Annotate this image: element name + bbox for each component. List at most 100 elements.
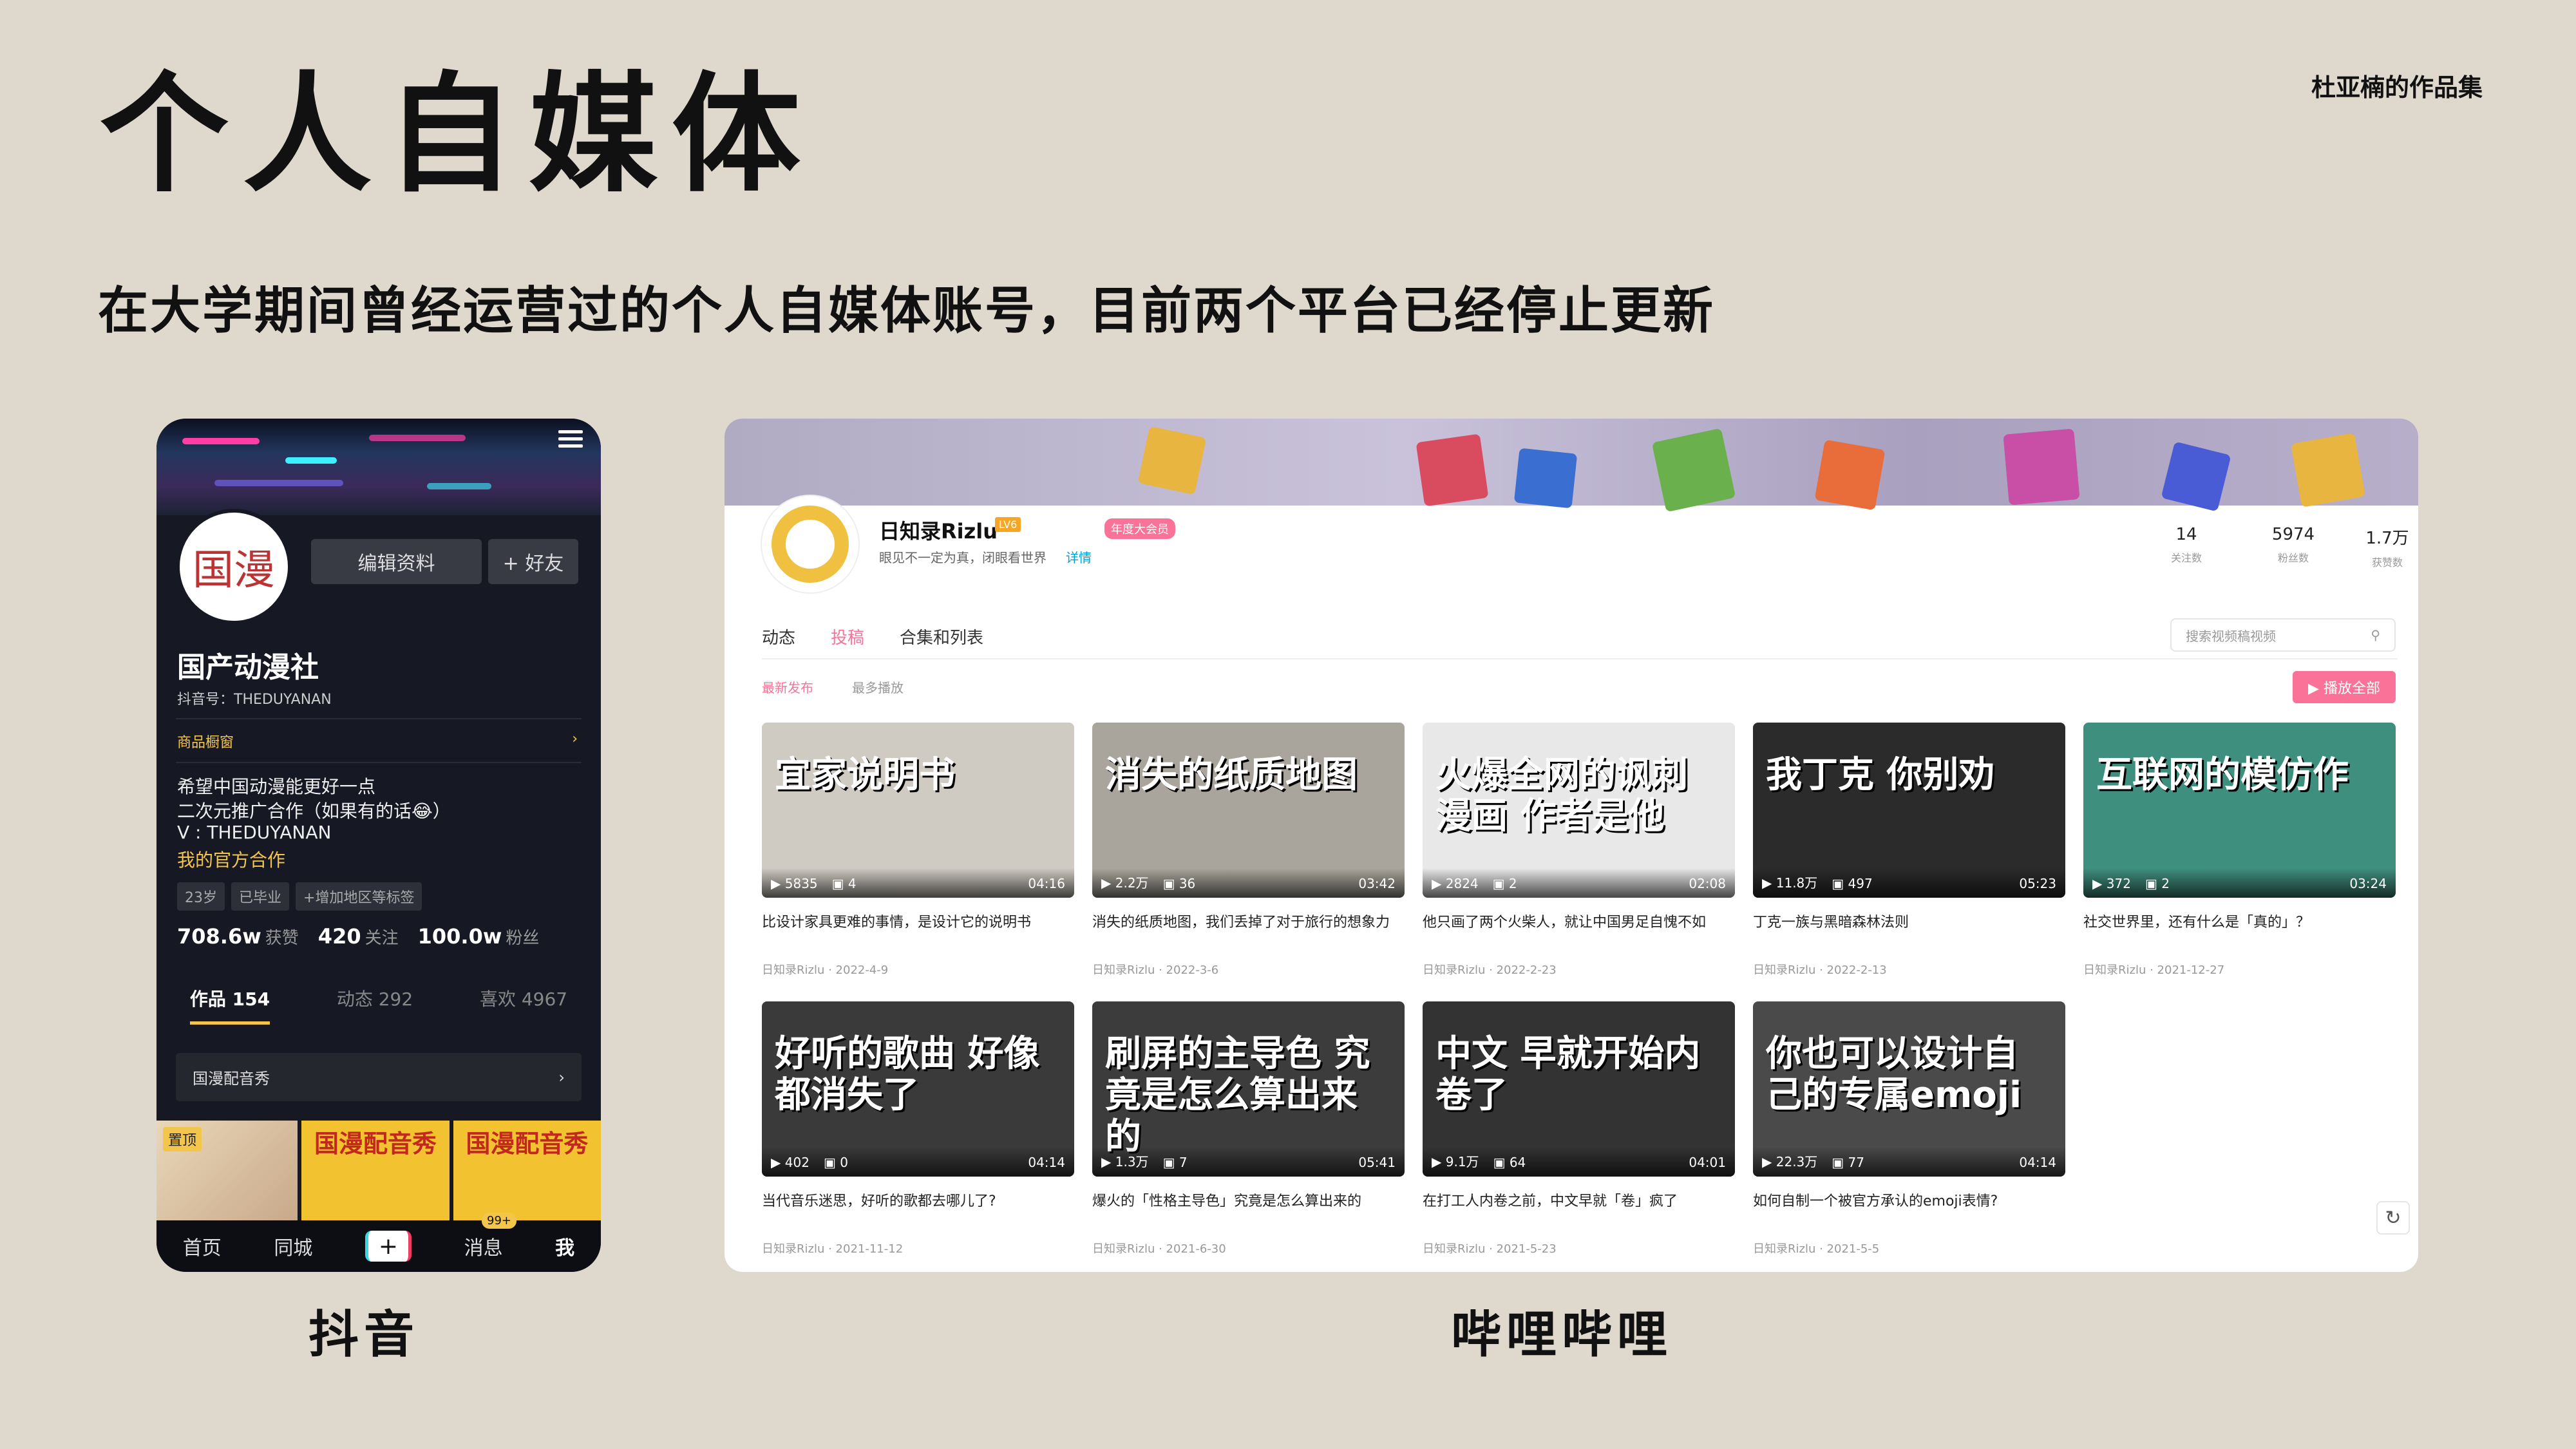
official-cooperation-link[interactable]: 我的官方合作 — [177, 846, 285, 872]
fans-count[interactable]: 5974 粉丝数 — [2248, 525, 2338, 565]
tab-likes[interactable]: 喜欢 4967 — [480, 985, 567, 1025]
video-meta: ▶ 9.1万 ▣ 64 04:01 — [1423, 1147, 1735, 1177]
video-meta: ▶ 11.8万 ▣ 497 05:23 — [1753, 868, 2065, 898]
video-title[interactable]: 消失的纸质地图，我们丢掉了对于旅行的想象力 — [1092, 912, 1405, 954]
divider — [176, 718, 582, 719]
video-title[interactable]: 比设计家具更难的事情，是设计它的说明书 — [762, 912, 1074, 954]
thumbnail-text: 宜家说明书 — [775, 754, 955, 796]
video-uploader-date: 日知录Rizlu · 2021-6-30 — [1092, 1242, 1226, 1256]
video-card[interactable]: 你也可以设计自己的专属emoji ▶ 22.3万 ▣ 77 04:14 如何自制一个被官… — [1753, 1001, 2065, 1256]
bilibili-caption: 哔哩哔哩 — [1450, 1306, 1672, 1364]
video-thumbnail[interactable]: 火爆全网的讽刺漫画 作者是他 ▶ 2824 ▣ 2 02:08 — [1423, 723, 1735, 898]
tab-dynamic[interactable]: 动态 — [762, 625, 795, 649]
menu-icon[interactable] — [558, 430, 583, 450]
video-thumbnail[interactable]: 中文 早就开始内卷了 ▶ 9.1万 ▣ 64 04:01 — [1423, 1001, 1735, 1177]
play-count: ▶ 5835 — [771, 876, 818, 891]
playlist-row[interactable]: 国漫配音秀 › — [176, 1053, 582, 1101]
sort-latest[interactable]: 最新发布 — [762, 677, 813, 696]
thumbnail-text: 火爆全网的讽刺漫画 作者是他 — [1435, 754, 1688, 838]
comment-count: ▣ 36 — [1162, 876, 1196, 891]
thumbnail-text: 刷屏的主导色 究竟是怎么算出来的 — [1105, 1033, 1370, 1158]
tab-activity[interactable]: 动态 292 — [337, 985, 413, 1025]
play-count: ▶ 402 — [771, 1155, 810, 1170]
nav-messages[interactable]: 消息 — [464, 1232, 503, 1260]
message-count-badge: 99+ — [482, 1213, 516, 1229]
bio-line: 二次元推广合作（如果有的话😂） — [177, 800, 451, 822]
duration: 04:01 — [1689, 1155, 1726, 1170]
video-card[interactable]: 火爆全网的讽刺漫画 作者是他 ▶ 2824 ▣ 2 02:08 他只画了两个火柴人，就让… — [1423, 723, 1735, 978]
tab-uploads[interactable]: 投稿 — [831, 625, 864, 649]
avatar[interactable]: 国漫 — [176, 509, 292, 625]
vip-badge: 年度大会员 — [1104, 518, 1175, 539]
search-icon[interactable]: ⚲ — [2371, 627, 2380, 643]
video-title[interactable]: 如何自制一个被官方承认的emoji表情? — [1753, 1191, 2065, 1233]
comment-count: ▣ 2 — [2145, 876, 2170, 891]
sort-most-played[interactable]: 最多播放 — [852, 677, 904, 696]
video-meta: ▶ 2.2万 ▣ 36 03:42 — [1092, 868, 1405, 898]
play-all-button[interactable]: ▶ 播放全部 — [2293, 671, 2396, 703]
duration: 04:14 — [2019, 1155, 2056, 1170]
refresh-icon[interactable]: ↻ — [2376, 1201, 2410, 1235]
video-uploader-date: 日知录Rizlu · 2022-3-6 — [1092, 963, 1219, 977]
play-count: ▶ 11.8万 — [1762, 875, 1818, 891]
add-friend-button[interactable]: + 好友 — [488, 539, 578, 584]
search-input[interactable]: 搜索视频稿视频 ⚲ — [2170, 618, 2396, 652]
video-title[interactable]: 他只画了两个火柴人，就让中国男足自愧不如 — [1423, 912, 1735, 954]
video-meta: ▶ 22.3万 ▣ 77 04:14 — [1753, 1147, 2065, 1177]
video-card[interactable]: 互联网的模仿作 ▶ 372 ▣ 2 03:24 社交世界里，还有什么是「真的」？ 日知录R… — [2083, 723, 2396, 978]
play-count: ▶ 2824 — [1432, 876, 1479, 891]
tab-collections[interactable]: 合集和列表 — [900, 625, 983, 649]
video-title[interactable]: 丁克一族与黑暗森林法则 — [1753, 912, 2065, 954]
douyin-banner — [156, 419, 601, 515]
tab-works[interactable]: 作品 154 — [189, 985, 270, 1025]
divider — [176, 762, 582, 763]
video-meta: ▶ 2824 ▣ 2 02:08 — [1423, 868, 1735, 898]
bilibili-screenshot: 日知录Rizlu LV6 年度大会员 眼见不一定为真，闭眼看世界 详情 14 关注… — [724, 419, 2418, 1272]
video-thumbnail[interactable]: 刷屏的主导色 究竟是怎么算出来的 ▶ 1.3万 ▣ 7 05:41 — [1092, 1001, 1405, 1177]
video-thumbnail[interactable]: 我丁克 你别劝 ▶ 11.8万 ▣ 497 05:23 — [1753, 723, 2065, 898]
comment-count: ▣ 4 — [831, 876, 857, 891]
video-title[interactable]: 爆火的「性格主导色」究竟是怎么算出来的 — [1092, 1191, 1405, 1233]
nav-home[interactable]: 首页 — [183, 1232, 222, 1260]
video-thumbnail[interactable]: 好听的歌曲 好像都消失了 ▶ 402 ▣ 0 04:14 — [762, 1001, 1074, 1177]
video-thumbnail[interactable]: 互联网的模仿作 ▶ 372 ▣ 2 03:24 — [2083, 723, 2396, 898]
account-id: 抖音号：THEDUYANAN — [177, 692, 332, 708]
video-thumbnail[interactable]: 消失的纸质地图 ▶ 2.2万 ▣ 36 03:42 — [1092, 723, 1405, 898]
play-count: ▶ 1.3万 — [1101, 1154, 1149, 1170]
create-plus-button[interactable]: + — [365, 1231, 412, 1262]
following-count[interactable]: 14 关注数 — [2141, 525, 2231, 565]
video-card[interactable]: 刷屏的主导色 究竟是怎么算出来的 ▶ 1.3万 ▣ 7 05:41 爆火的「性格主导色」… — [1092, 1001, 1405, 1256]
video-card[interactable]: 消失的纸质地图 ▶ 2.2万 ▣ 36 03:42 消失的纸质地图，我们丢掉了对于旅行的… — [1092, 723, 1405, 978]
following-stat[interactable]: 420 关注 — [318, 924, 399, 949]
nav-me[interactable]: 我 — [555, 1232, 574, 1260]
video-title[interactable]: 社交世界里，还有什么是「真的」？ — [2083, 912, 2396, 954]
shop-window-row[interactable]: 商品橱窗 › — [177, 731, 578, 752]
duration: 04:16 — [1028, 876, 1065, 891]
edit-profile-button[interactable]: 编辑资料 — [311, 539, 482, 584]
video-card[interactable]: 我丁克 你别劝 ▶ 11.8万 ▣ 497 05:23 丁克一族与黑暗森林法则 日知录Ri… — [1753, 723, 2065, 978]
duration: 03:42 — [1358, 876, 1396, 891]
play-count: ▶ 2.2万 — [1101, 875, 1149, 891]
video-thumbnail[interactable]: 国漫配音秀 — [453, 1121, 601, 1220]
divider — [762, 658, 2398, 659]
video-thumbnail[interactable]: 你也可以设计自己的专属emoji ▶ 22.3万 ▣ 77 04:14 — [1753, 1001, 2065, 1177]
signature-details-link[interactable]: 详情 — [1066, 547, 1092, 566]
thumbnail-text: 互联网的模仿作 — [2096, 754, 2349, 796]
video-title[interactable]: 当代音乐迷思，好听的歌都去哪儿了? — [762, 1191, 1074, 1233]
video-card[interactable]: 好听的歌曲 好像都消失了 ▶ 402 ▣ 0 04:14 当代音乐迷思，好听的歌都去哪儿… — [762, 1001, 1074, 1256]
video-title[interactable]: 在打工人内卷之前，中文早就「卷」疯了 — [1423, 1191, 1735, 1233]
video-card[interactable]: 中文 早就开始内卷了 ▶ 9.1万 ▣ 64 04:01 在打工人内卷之前，中文早就「卷… — [1423, 1001, 1735, 1256]
video-thumbnail[interactable]: 国漫配音秀 — [301, 1121, 450, 1220]
comment-count: ▣ 497 — [1832, 876, 1873, 891]
video-thumbnail[interactable]: 置顶 — [156, 1121, 298, 1220]
fans-stat[interactable]: 100.0w 粉丝 — [418, 924, 540, 949]
age-tag: 23岁 — [177, 882, 225, 911]
add-tag-button[interactable]: +增加地区等标签 — [296, 882, 422, 911]
nav-nearby[interactable]: 同城 — [274, 1232, 312, 1260]
video-thumbnail[interactable]: 宜家说明书 ▶ 5835 ▣ 4 04:16 — [762, 723, 1074, 898]
playlist-label: 国漫配音秀 — [193, 1070, 270, 1088]
portfolio-author: 杜亚楠的作品集 — [2311, 73, 2483, 102]
avatar[interactable] — [762, 496, 858, 592]
comment-count: ▣ 64 — [1493, 1155, 1526, 1170]
video-card[interactable]: 宜家说明书 ▶ 5835 ▣ 4 04:16 比设计家具更难的事情，是设计它的说明书 日知… — [762, 723, 1074, 978]
